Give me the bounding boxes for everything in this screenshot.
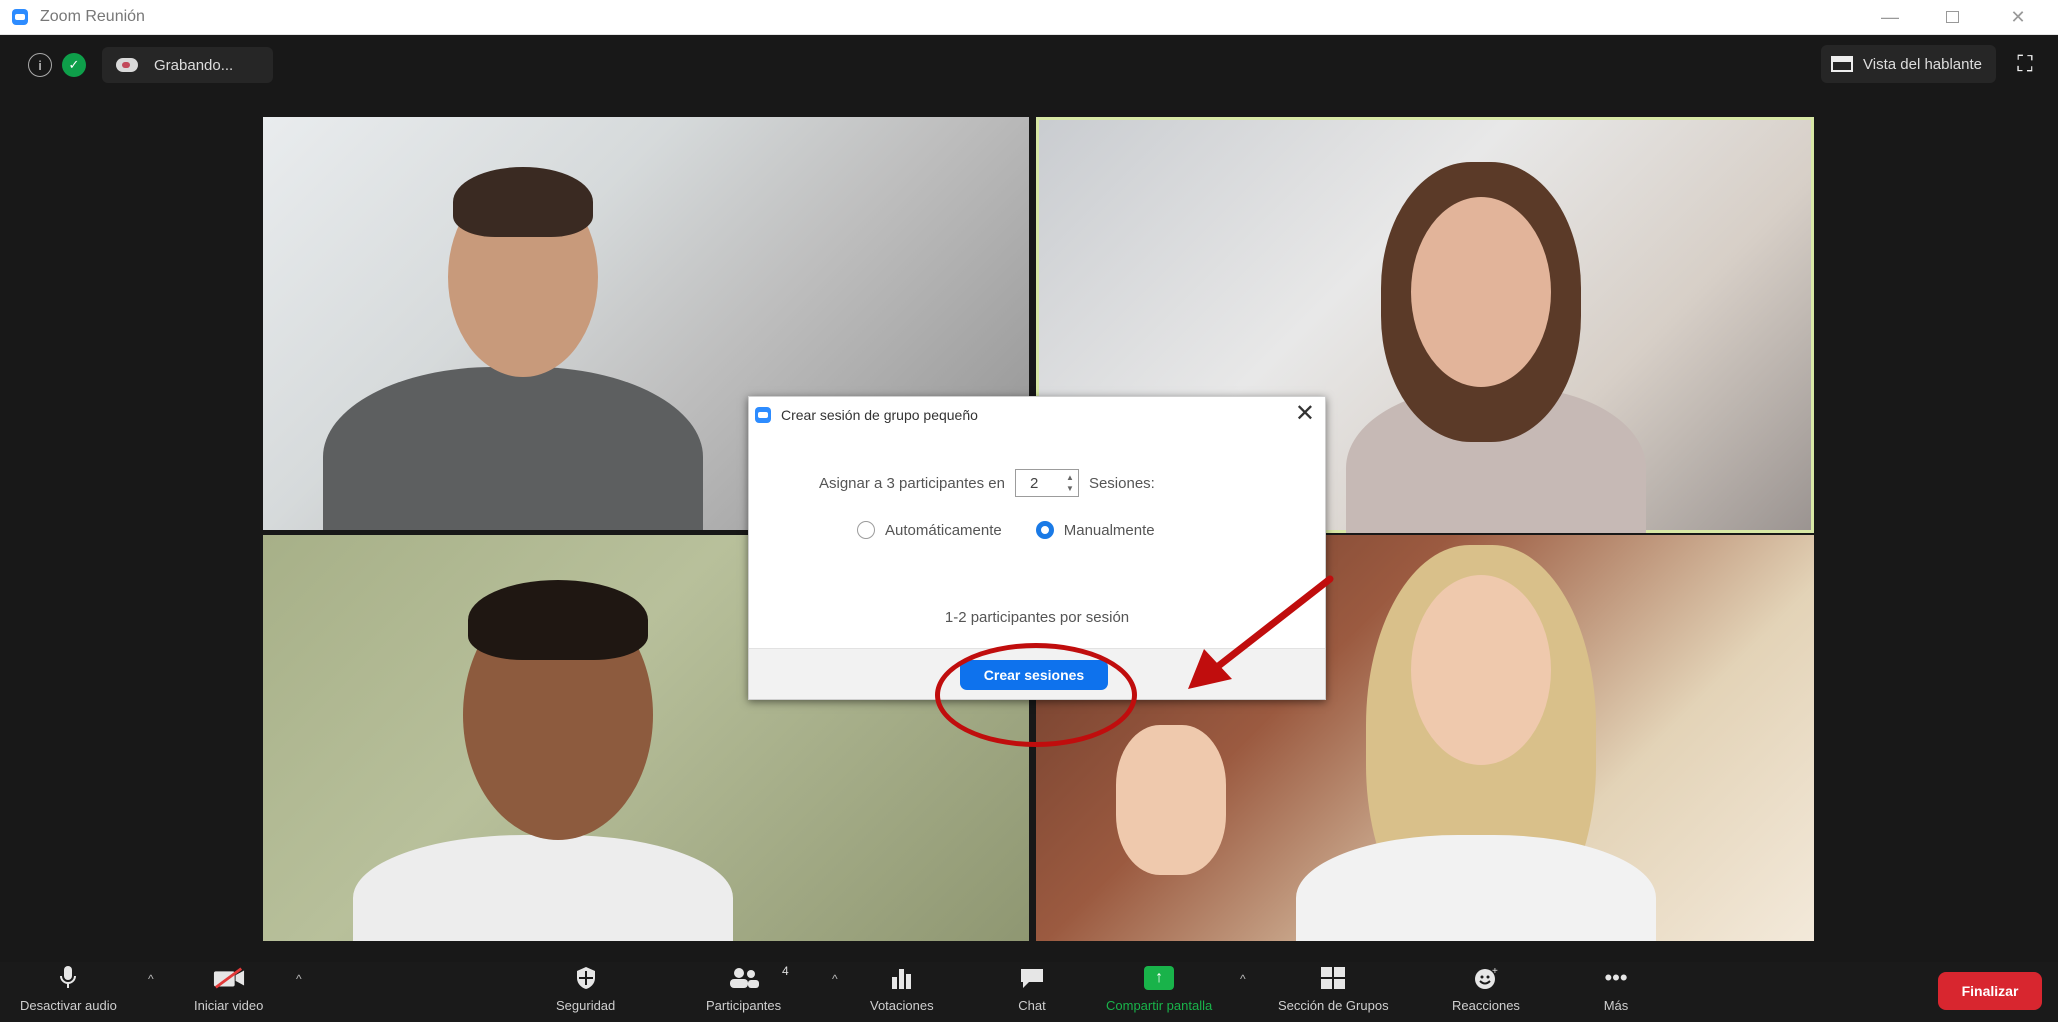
participants-icon — [728, 964, 760, 992]
sessions-suffix: Sesiones: — [1088, 474, 1155, 492]
speaker-view-button[interactable]: Vista del hablante — [1821, 45, 1996, 83]
zoom-logo-icon — [12, 9, 28, 25]
microphone-icon — [52, 964, 84, 992]
share-screen-button[interactable]: ↑ Compartir pantalla — [1106, 964, 1212, 1013]
option-automatic-label: Automáticamente — [885, 521, 1002, 539]
share-screen-icon: ↑ — [1143, 964, 1175, 992]
recording-label: Grabando... — [154, 56, 234, 74]
meeting-area: i ✓ Grabando... Vista del hablante ⛶ Cre… — [0, 35, 2058, 1022]
participants-button[interactable]: 4 Participantes — [706, 964, 789, 1013]
polls-button[interactable]: Votaciones — [870, 964, 934, 1013]
speaker-view-label: Vista del hablante — [1863, 55, 1982, 73]
more-label: Más — [1603, 998, 1629, 1013]
more-button[interactable]: ••• Más — [1600, 964, 1632, 1013]
dialog-title: Crear sesión de grupo pequeño — [781, 407, 978, 423]
more-dots-icon: ••• — [1604, 965, 1628, 990]
info-icon[interactable]: i — [28, 53, 52, 77]
stepper-arrows-icon[interactable]: ▲ ▼ — [1066, 472, 1074, 494]
view-controls: Vista del hablante ⛶ — [1821, 45, 2044, 83]
svg-text:+: + — [1492, 966, 1498, 977]
close-window-button[interactable]: ✕ — [1998, 4, 2038, 30]
close-icon[interactable]: ✕ — [1295, 401, 1315, 427]
annotation-arrow — [1188, 575, 1334, 689]
fullscreen-icon[interactable]: ⛶ — [2006, 45, 2044, 83]
security-label: Seguridad — [556, 998, 616, 1013]
video-options-chevron-icon[interactable]: ^ — [296, 972, 302, 986]
participants-count: 4 — [782, 964, 789, 978]
window-titlebar: Zoom Reunión — ✕ — [0, 0, 2058, 35]
mute-audio-button[interactable]: Desactivar audio — [20, 964, 117, 1013]
chat-button[interactable]: Chat — [1016, 964, 1048, 1013]
mute-audio-label: Desactivar audio — [20, 998, 117, 1013]
security-shield-icon — [570, 964, 602, 992]
chat-icon — [1016, 964, 1048, 992]
end-meeting-button[interactable]: Finalizar — [1938, 972, 2042, 1010]
cloud-record-icon — [116, 58, 138, 72]
meeting-status-bar: i ✓ Grabando... — [28, 47, 274, 83]
start-video-button[interactable]: Iniciar video — [194, 964, 263, 1013]
participant-hand — [1116, 725, 1226, 875]
meeting-toolbar: Desactivar audio ^ Iniciar video ^ Segur… — [0, 962, 2058, 1022]
security-button[interactable]: Seguridad — [556, 964, 615, 1013]
reactions-icon: + — [1470, 964, 1502, 992]
video-off-icon — [213, 964, 245, 992]
minimize-button[interactable]: — — [1870, 4, 1910, 30]
participant-figure — [323, 367, 703, 530]
grid-icon — [1831, 56, 1854, 72]
recording-indicator[interactable]: Grabando... — [102, 47, 274, 83]
window-title: Zoom Reunión — [40, 8, 145, 25]
zoom-logo-icon — [755, 407, 771, 423]
dialog-titlebar: Crear sesión de grupo pequeño ✕ — [749, 397, 1325, 431]
sessions-stepper[interactable]: 2 ▲ ▼ — [1014, 469, 1079, 497]
start-video-label: Iniciar video — [194, 998, 264, 1013]
chat-label: Chat — [1018, 998, 1046, 1013]
share-options-chevron-icon[interactable]: ^ — [1240, 972, 1246, 986]
breakout-rooms-label: Sección de Grupos — [1278, 998, 1389, 1013]
participants-label: Participantes — [706, 998, 782, 1013]
option-manual[interactable]: Manualmente — [1035, 521, 1155, 539]
share-screen-label: Compartir pantalla — [1106, 998, 1213, 1013]
participants-options-chevron-icon[interactable]: ^ — [832, 972, 838, 986]
participant-figure — [1296, 835, 1656, 941]
assign-mode-options: Automáticamente Manualmente — [857, 521, 1189, 539]
option-automatic[interactable]: Automáticamente — [857, 521, 1002, 539]
polls-icon — [886, 964, 918, 992]
reactions-label: Reacciones — [1452, 998, 1520, 1013]
breakout-rooms-button[interactable]: Sección de Grupos — [1278, 964, 1389, 1013]
participant-figure — [353, 835, 733, 941]
breakout-rooms-icon — [1317, 964, 1349, 992]
radio-automatic[interactable] — [857, 521, 875, 539]
option-manual-label: Manualmente — [1063, 521, 1155, 539]
radio-manual[interactable] — [1035, 521, 1054, 539]
sessions-value: 2 — [1029, 475, 1039, 492]
annotation-circle — [935, 643, 1137, 747]
participant-hair — [468, 580, 648, 660]
assign-prefix: Asignar a 3 participantes en — [819, 474, 1005, 492]
participant-face — [1411, 575, 1551, 765]
assign-row: Asignar a 3 participantes en 2 ▲ ▼ Sesion… — [819, 469, 1155, 497]
audio-options-chevron-icon[interactable]: ^ — [148, 972, 154, 986]
maximize-button[interactable] — [1932, 4, 1972, 30]
polls-label: Votaciones — [870, 998, 934, 1013]
participant-hair — [453, 167, 593, 237]
shield-icon[interactable]: ✓ — [62, 53, 86, 77]
participant-face — [1411, 197, 1551, 387]
reactions-button[interactable]: + Reacciones — [1452, 964, 1520, 1013]
